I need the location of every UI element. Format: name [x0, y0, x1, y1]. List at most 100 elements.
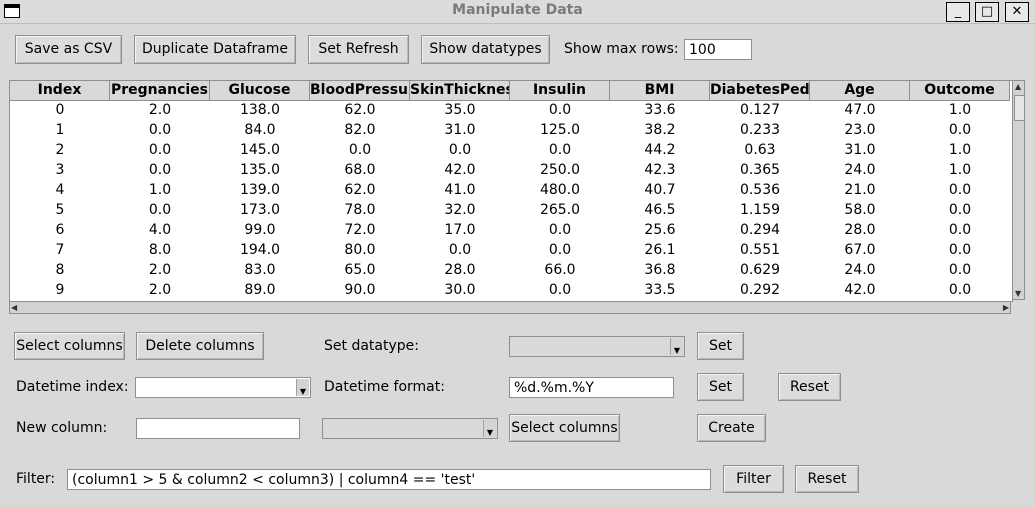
- filter-button[interactable]: Filter: [723, 465, 784, 493]
- table-cell[interactable]: 33.6: [610, 100, 710, 120]
- row-index-cell[interactable]: 8: [10, 260, 110, 280]
- table-cell[interactable]: 135.0: [210, 160, 310, 180]
- table-cell[interactable]: 24.0: [810, 160, 910, 180]
- table-cell[interactable]: 1.0: [110, 180, 210, 200]
- row-index-cell[interactable]: 1: [10, 120, 110, 140]
- column-header[interactable]: BMI: [610, 81, 710, 101]
- table-cell[interactable]: 17.0: [410, 220, 510, 240]
- new-column-input[interactable]: [136, 418, 300, 439]
- new-column-type-select[interactable]: ▼: [322, 418, 498, 439]
- table-cell[interactable]: 0.0: [110, 140, 210, 160]
- table-cell[interactable]: 1.0: [910, 160, 1010, 180]
- table-cell[interactable]: 0.0: [510, 280, 610, 300]
- scroll-right-icon[interactable]: ▶: [1003, 303, 1009, 312]
- table-cell[interactable]: 58.0: [810, 200, 910, 220]
- column-header[interactable]: BloodPressure: [310, 81, 410, 101]
- column-header[interactable]: Age: [810, 81, 910, 101]
- table-cell[interactable]: 30.0: [410, 280, 510, 300]
- row-index-cell[interactable]: 0: [10, 100, 110, 120]
- create-column-button[interactable]: Create: [697, 414, 766, 442]
- table-cell[interactable]: 42.0: [810, 280, 910, 300]
- table-cell[interactable]: 0.63: [710, 140, 810, 160]
- table-cell[interactable]: 194.0: [210, 240, 310, 260]
- table-cell[interactable]: 0.629: [710, 260, 810, 280]
- scroll-up-icon[interactable]: ▲: [1015, 82, 1021, 91]
- table-cell[interactable]: 46.5: [610, 200, 710, 220]
- table-cell[interactable]: 99.0: [210, 220, 310, 240]
- table-cell[interactable]: 65.0: [310, 260, 410, 280]
- column-header[interactable]: Outcome: [910, 81, 1010, 101]
- table-cell[interactable]: 0.0: [910, 260, 1010, 280]
- set-datatype-button[interactable]: Set: [697, 332, 744, 360]
- column-header[interactable]: Pregnancies: [110, 81, 210, 101]
- table-cell[interactable]: 41.0: [410, 180, 510, 200]
- table-cell[interactable]: 36.8: [610, 260, 710, 280]
- table-cell[interactable]: 0.0: [410, 240, 510, 260]
- table-cell[interactable]: 0.0: [910, 180, 1010, 200]
- table-cell[interactable]: 89.0: [210, 280, 310, 300]
- table-cell[interactable]: 0.127: [710, 100, 810, 120]
- table-cell[interactable]: 0.0: [110, 200, 210, 220]
- table-cell[interactable]: 0.292: [710, 280, 810, 300]
- table-cell[interactable]: 26.1: [610, 240, 710, 260]
- row-index-cell[interactable]: 3: [10, 160, 110, 180]
- scroll-left-icon[interactable]: ◀: [11, 303, 17, 312]
- table-cell[interactable]: 0.0: [510, 100, 610, 120]
- row-index-cell[interactable]: 2: [10, 140, 110, 160]
- table-cell[interactable]: 0.294: [710, 220, 810, 240]
- column-header[interactable]: DiabetesPedigreeFunction: [710, 81, 810, 101]
- table-cell[interactable]: 42.0: [410, 160, 510, 180]
- table-cell[interactable]: 28.0: [410, 260, 510, 280]
- table-cell[interactable]: 0.0: [910, 200, 1010, 220]
- table-cell[interactable]: 44.2: [610, 140, 710, 160]
- show-datatypes-button[interactable]: Show datatypes: [421, 35, 550, 64]
- table-cell[interactable]: 84.0: [210, 120, 310, 140]
- table-cell[interactable]: 145.0: [210, 140, 310, 160]
- table-cell[interactable]: 1.159: [710, 200, 810, 220]
- vertical-scrollbar[interactable]: ▲ ▼: [1012, 80, 1025, 300]
- table-cell[interactable]: 0.0: [910, 220, 1010, 240]
- column-header[interactable]: Index: [10, 81, 110, 101]
- table-cell[interactable]: 0.0: [510, 240, 610, 260]
- table-cell[interactable]: 138.0: [210, 100, 310, 120]
- table-cell[interactable]: 68.0: [310, 160, 410, 180]
- max-rows-input[interactable]: 100: [684, 39, 752, 60]
- table-cell[interactable]: 0.0: [310, 140, 410, 160]
- row-index-cell[interactable]: 9: [10, 280, 110, 300]
- table-cell[interactable]: 62.0: [310, 100, 410, 120]
- table-cell[interactable]: 0.0: [910, 120, 1010, 140]
- set-refresh-button[interactable]: Set Refresh: [308, 35, 409, 64]
- table-cell[interactable]: 480.0: [510, 180, 610, 200]
- close-button[interactable]: ✕: [1005, 2, 1029, 22]
- table-cell[interactable]: 8.0: [110, 240, 210, 260]
- horizontal-scrollbar[interactable]: ◀ ▶: [9, 301, 1011, 314]
- table-cell[interactable]: 0.0: [910, 240, 1010, 260]
- data-table[interactable]: IndexPregnanciesGlucoseBloodPressureSkin…: [9, 80, 1013, 302]
- table-cell[interactable]: 82.0: [310, 120, 410, 140]
- table-cell[interactable]: 21.0: [810, 180, 910, 200]
- table-cell[interactable]: 0.233: [710, 120, 810, 140]
- table-cell[interactable]: 0.0: [410, 140, 510, 160]
- table-cell[interactable]: 0.0: [510, 220, 610, 240]
- table-cell[interactable]: 28.0: [810, 220, 910, 240]
- duplicate-dataframe-button[interactable]: Duplicate Dataframe: [134, 35, 296, 64]
- table-cell[interactable]: 38.2: [610, 120, 710, 140]
- chevron-down-icon[interactable]: ▼: [670, 338, 683, 355]
- select-columns-button[interactable]: Select columns: [14, 332, 125, 360]
- table-cell[interactable]: 139.0: [210, 180, 310, 200]
- reset-datetime-button[interactable]: Reset: [778, 373, 841, 401]
- table-cell[interactable]: 250.0: [510, 160, 610, 180]
- table-cell[interactable]: 72.0: [310, 220, 410, 240]
- scroll-down-icon[interactable]: ▼: [1015, 289, 1021, 298]
- table-cell[interactable]: 31.0: [810, 140, 910, 160]
- table-cell[interactable]: 1.0: [910, 140, 1010, 160]
- datetime-format-input[interactable]: %d.%m.%Y: [509, 377, 674, 398]
- table-cell[interactable]: 2.0: [110, 100, 210, 120]
- datatype-select[interactable]: ▼: [509, 336, 685, 357]
- table-cell[interactable]: 2.0: [110, 260, 210, 280]
- table-cell[interactable]: 0.365: [710, 160, 810, 180]
- filter-reset-button[interactable]: Reset: [795, 465, 859, 493]
- column-header[interactable]: SkinThickness: [410, 81, 510, 101]
- table-cell[interactable]: 173.0: [210, 200, 310, 220]
- table-cell[interactable]: 33.5: [610, 280, 710, 300]
